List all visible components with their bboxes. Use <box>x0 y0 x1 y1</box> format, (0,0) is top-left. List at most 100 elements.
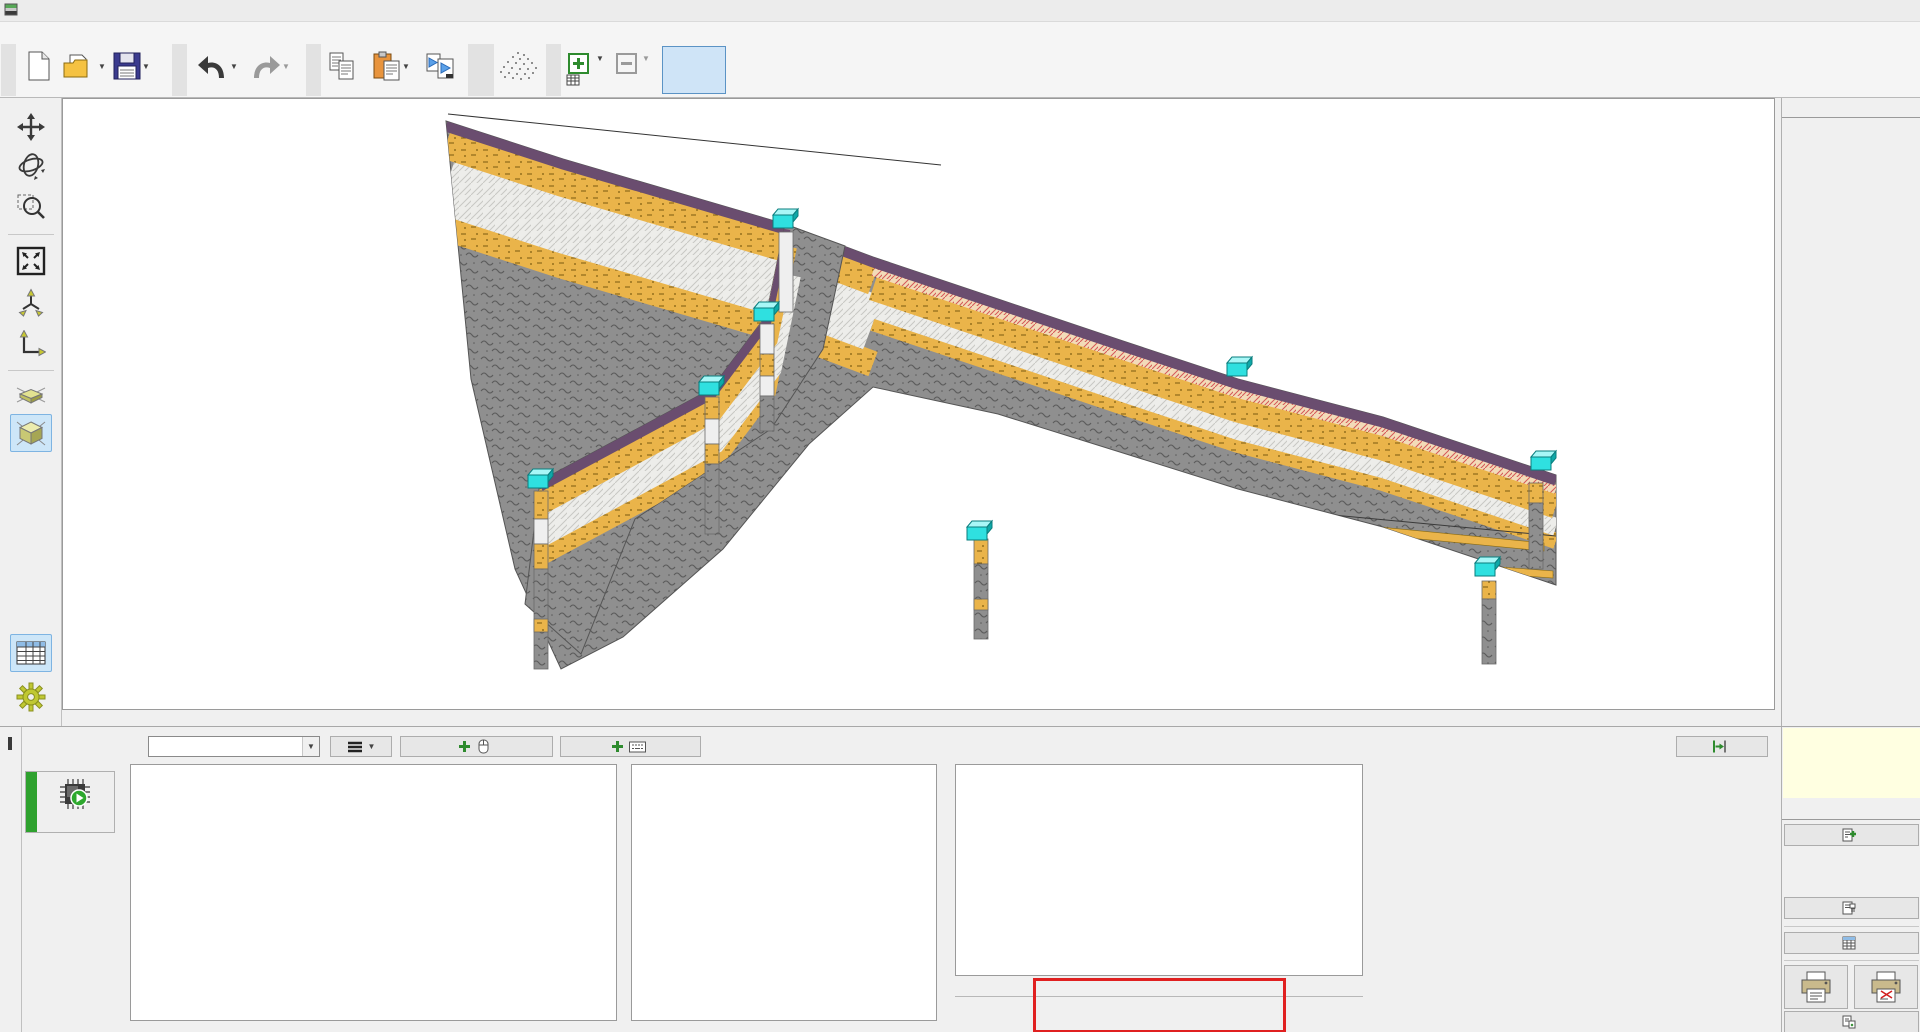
maximize-button[interactable] <box>1832 0 1876 22</box>
add-picture-icon <box>1842 828 1856 842</box>
zoom-window-button[interactable] <box>10 188 52 226</box>
printer-selection-icon <box>1868 969 1904 1005</box>
borehole-marker-bh1 <box>773 209 798 228</box>
menu-bar <box>0 22 1920 43</box>
save-file-dropdown[interactable]: ▼ <box>142 62 150 71</box>
list-of-pictures-icon <box>1842 901 1856 915</box>
borehole-marker-n <box>967 521 992 540</box>
pan-view-button[interactable] <box>10 108 52 146</box>
toolbar-group-data-label <box>172 44 187 96</box>
point-cloud-button[interactable] <box>498 49 540 83</box>
app-icon <box>4 2 18 19</box>
axes-2d-button[interactable] <box>10 326 52 364</box>
borehole-column-bh6 <box>705 397 719 534</box>
generate-progress-bar <box>26 772 37 832</box>
remove-stage-button[interactable] <box>616 46 637 80</box>
copy-view-button[interactable] <box>1784 1011 1919 1032</box>
geological-fence-long <box>446 121 1556 669</box>
rotate-view-button[interactable] <box>10 146 52 184</box>
generate-icon <box>58 777 92 814</box>
borehole-marker-n2 <box>1475 557 1500 576</box>
model-viewport-3d[interactable] <box>62 98 1775 710</box>
borehole-column-n2 <box>1482 581 1496 664</box>
geological-model-scene <box>63 99 1774 709</box>
new-file-button[interactable] <box>26 49 52 83</box>
not-assigned-warning-box <box>1033 978 1286 1032</box>
copy-button[interactable] <box>328 49 356 83</box>
paste-special-button[interactable] <box>426 49 456 83</box>
stage-tab-1[interactable] <box>734 46 772 94</box>
selection-list-box[interactable] <box>631 764 937 1021</box>
frames-panel <box>1781 98 1920 726</box>
toolbar-group-clipboard-label <box>306 44 321 96</box>
modeling-mode-caret-icon: ▼ <box>302 737 319 756</box>
print-button[interactable] <box>1784 965 1848 1009</box>
save-file-button[interactable]: ▼ <box>112 49 150 83</box>
table-view-button[interactable] <box>10 634 52 672</box>
list-icon <box>347 741 363 753</box>
keyboard-icon <box>629 741 646 753</box>
view-front-button[interactable] <box>10 376 52 414</box>
generate-button[interactable] <box>25 771 115 833</box>
redo-button[interactable]: ▼ <box>248 49 290 83</box>
model-again-button[interactable] <box>1676 736 1768 757</box>
stage-names-button[interactable] <box>566 74 584 86</box>
add-picture-button[interactable] <box>1784 824 1919 846</box>
mouse-icon <box>476 739 491 754</box>
outputs-panel <box>1781 726 1920 1032</box>
geo5-app-window: ▼ ▼ ▼ ▼ ▼ <box>0 0 1920 1032</box>
stage-names-icon <box>566 74 580 86</box>
list-options-button[interactable]: ▼ <box>330 736 392 757</box>
toolbar-group-file-label <box>1 44 16 96</box>
plus-icon <box>611 740 624 753</box>
borehole-marker-bh3 <box>1531 451 1556 470</box>
redo-dropdown[interactable]: ▼ <box>282 62 290 71</box>
plus-icon <box>458 740 471 753</box>
modeling-mode-select[interactable]: ▼ <box>148 736 320 757</box>
copy-view-icon <box>1842 1015 1856 1029</box>
stage-tab-model[interactable] <box>662 46 726 94</box>
undo-dropdown[interactable]: ▼ <box>230 62 238 71</box>
add-textually-button[interactable] <box>560 736 701 757</box>
axes-3d-button[interactable] <box>10 284 52 322</box>
model-not-generated-warning <box>1783 728 1920 798</box>
frame-tab-handle <box>8 737 12 750</box>
interface-table <box>955 764 1363 976</box>
borehole-column-bh4 <box>534 491 548 669</box>
undo-button[interactable]: ▼ <box>196 49 238 83</box>
view-tool-strip <box>0 98 62 726</box>
settings-gear-button[interactable] <box>10 678 52 716</box>
list-of-annexes-button[interactable] <box>1784 932 1919 954</box>
borehole-marker-bh2 <box>1227 357 1252 376</box>
fit-to-window-button[interactable] <box>10 242 52 280</box>
print-selection-button[interactable] <box>1854 965 1918 1009</box>
list-of-annexes-icon <box>1842 936 1856 950</box>
model-again-icon <box>1712 739 1727 754</box>
minimize-button[interactable] <box>1788 0 1832 22</box>
open-file-dropdown[interactable]: ▼ <box>98 62 106 71</box>
add-graphically-button[interactable] <box>400 736 553 757</box>
open-file-button[interactable]: ▼ <box>62 49 106 83</box>
frame-side-tab[interactable] <box>0 727 22 1032</box>
borehole-table <box>130 764 617 1021</box>
borehole-column-n <box>974 539 988 639</box>
printer-icon <box>1798 969 1834 1005</box>
paste-button[interactable]: ▼ <box>372 49 410 83</box>
toolbar-group-point-cloud-label <box>468 44 494 96</box>
list-of-pictures-button[interactable] <box>1784 897 1919 919</box>
borehole-column-bh3 <box>1529 483 1543 569</box>
close-button[interactable] <box>1876 0 1920 22</box>
main-toolbar: ▼ ▼ ▼ ▼ ▼ <box>0 43 1920 98</box>
interface-table-footer <box>955 976 1363 1032</box>
paste-dropdown[interactable]: ▼ <box>402 62 410 71</box>
view-isometric-button[interactable] <box>10 414 52 452</box>
borehole-column-bh5 <box>760 324 774 431</box>
borehole-column-bh1 <box>779 232 793 312</box>
remove-stage-dropdown[interactable]: ▼ <box>642 54 650 63</box>
add-stage-dropdown[interactable]: ▼ <box>596 54 604 63</box>
title-bar <box>0 0 1920 22</box>
toolbar-group-stage-label <box>546 44 561 96</box>
outputs-header <box>1782 800 1920 820</box>
frames-panel-header <box>1782 98 1920 118</box>
geological-model-bottom-panel: ▼ ▼ <box>0 726 1781 1032</box>
